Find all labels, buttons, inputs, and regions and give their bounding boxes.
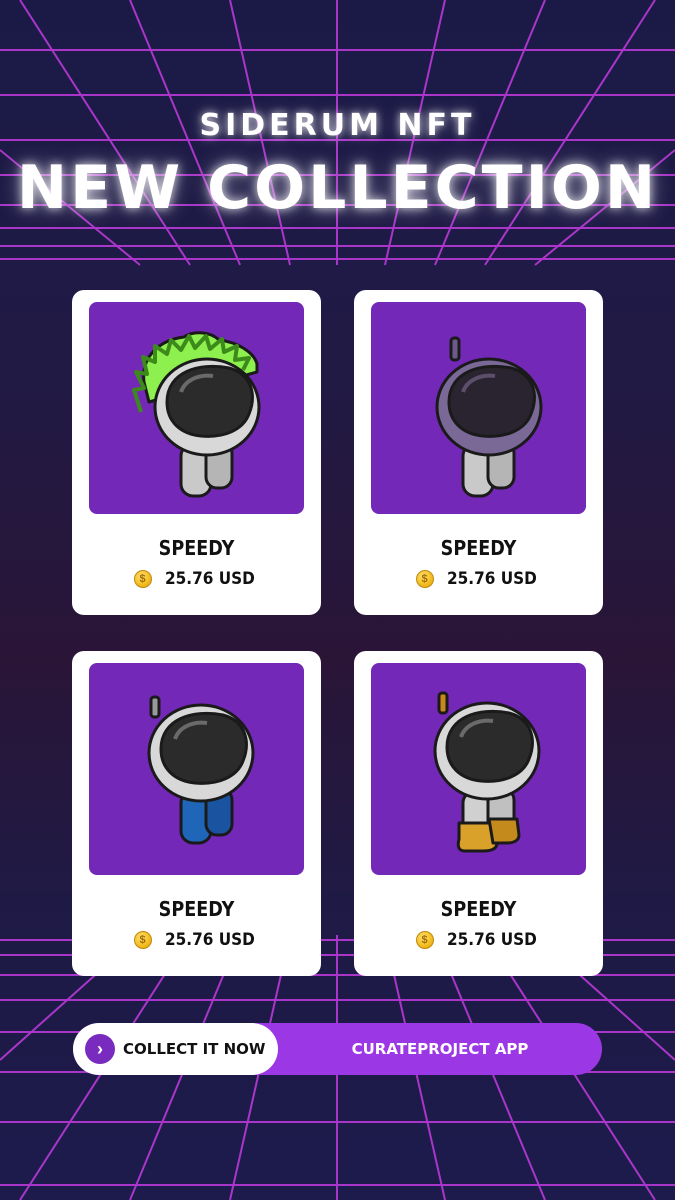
nft-card[interactable]: SPEEDY $ 25.76 USD [354, 290, 603, 615]
nft-artwork [89, 302, 304, 514]
nft-artwork [371, 663, 586, 875]
page-header: SIDERUM NFT NEW COLLECTION [0, 108, 675, 223]
nft-name: SPEEDY [158, 536, 235, 560]
coin-icon: $ [415, 931, 434, 949]
price-label: 25.76 USD [446, 930, 537, 950]
collect-it-now-button[interactable]: › COLLECT IT NOW [73, 1023, 278, 1075]
price-label: 25.76 USD [164, 569, 255, 589]
coin-icon: $ [415, 570, 434, 588]
purple-astronaut-icon [435, 336, 543, 498]
nft-artwork [371, 302, 586, 514]
coin-icon: $ [133, 931, 152, 949]
price-label: 25.76 USD [446, 569, 537, 589]
nft-artwork [89, 663, 304, 875]
nft-name: SPEEDY [440, 897, 517, 921]
nft-card[interactable]: SPEEDY $ 25.76 USD [72, 290, 321, 615]
coin-icon: $ [133, 570, 152, 588]
price-label: 25.76 USD [164, 930, 255, 950]
page-title: NEW COLLECTION [16, 153, 659, 223]
nft-card[interactable]: SPEEDY $ 25.76 USD [354, 651, 603, 976]
curateproject-app-link[interactable]: CURATEPROJECT APP [278, 1023, 602, 1075]
blue-legs-astronaut-icon [147, 695, 255, 845]
nft-name: SPEEDY [158, 897, 235, 921]
collect-button-label: COLLECT IT NOW [123, 1040, 266, 1058]
nft-price: $ 25.76 USD [354, 569, 603, 589]
nft-price: $ 25.76 USD [354, 930, 603, 950]
nft-price: $ 25.76 USD [72, 569, 321, 589]
gold-boots-astronaut-icon [433, 691, 541, 853]
nft-price: $ 25.76 USD [72, 930, 321, 950]
cta-bar: › COLLECT IT NOW CURATEPROJECT APP [73, 1023, 602, 1075]
nft-name: SPEEDY [440, 536, 517, 560]
chevron-right-icon: › [85, 1034, 115, 1064]
brand-title: SIDERUM NFT [199, 108, 476, 143]
mohawk-astronaut-icon [132, 331, 261, 498]
nft-card[interactable]: SPEEDY $ 25.76 USD [72, 651, 321, 976]
